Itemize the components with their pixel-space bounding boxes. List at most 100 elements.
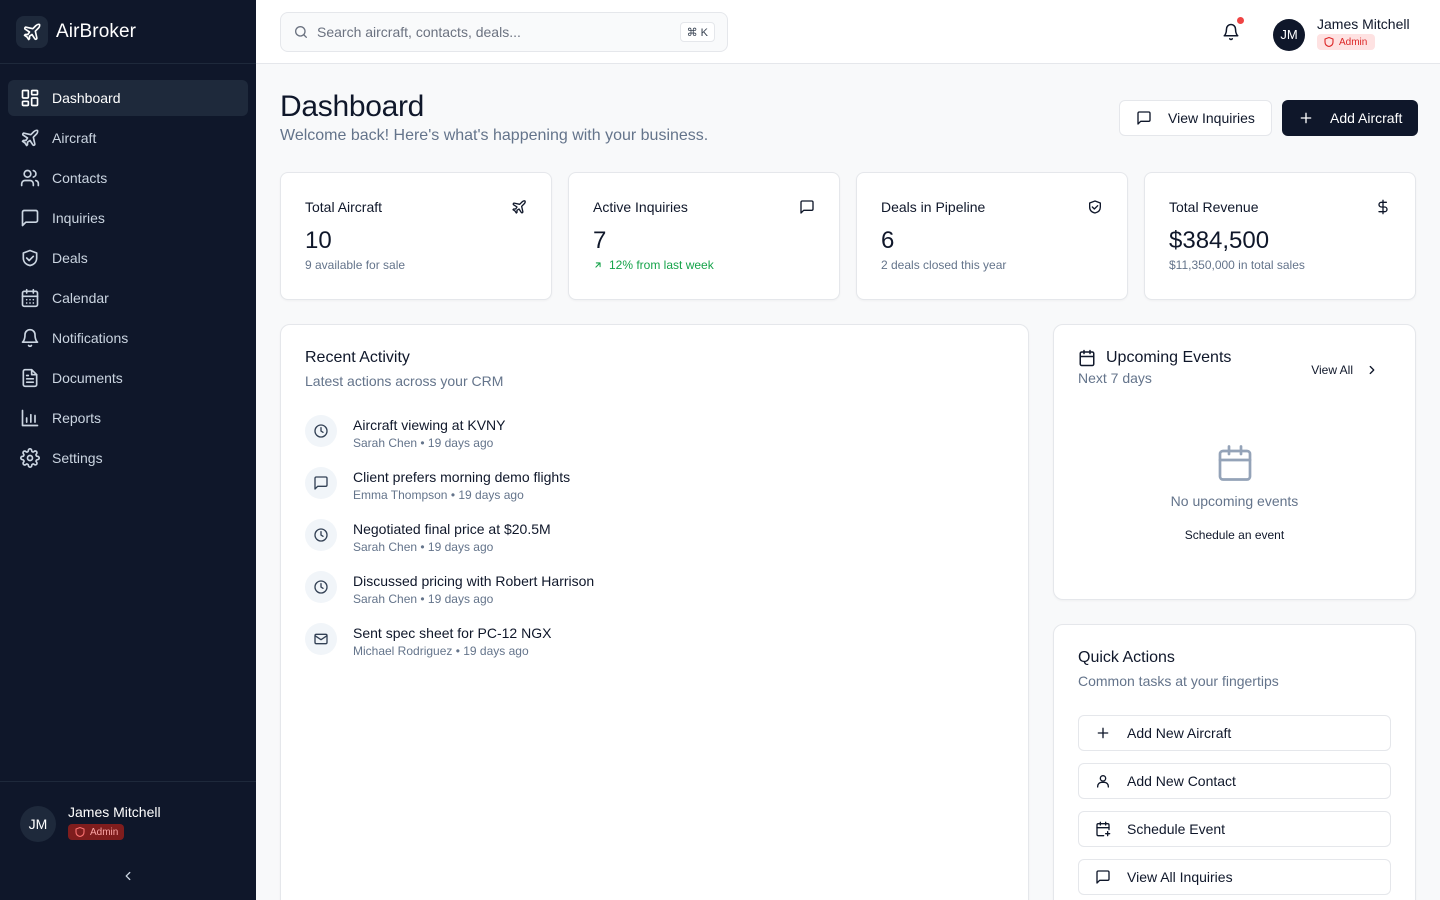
plane-icon: [512, 200, 526, 214]
sidebar: AirBroker Dashboard Aircraft Contacts In…: [0, 0, 256, 900]
card-subtitle: Common tasks at your fingertips: [1078, 673, 1279, 689]
list-item[interactable]: Client prefers morning demo flights Emma …: [305, 467, 594, 519]
sidebar-item-label: Contacts: [52, 170, 108, 186]
message-icon: [305, 467, 337, 499]
user-icon: [1097, 775, 1109, 788]
shortcut-hint: ⌘ K: [679, 22, 715, 42]
calendar-icon: [1079, 349, 1095, 367]
card-subtitle: Next 7 days: [1078, 370, 1152, 386]
clock-icon: [305, 571, 337, 603]
sidebar-item-reports[interactable]: Reports: [8, 400, 248, 436]
stat-note: $11,350,000 in total sales: [1169, 258, 1305, 272]
stat-title: Total Aircraft: [305, 199, 383, 215]
activity-list: Aircraft viewing at KVNY Sarah Chen • 19 …: [305, 415, 594, 675]
activity-meta: Sarah Chen • 19 days ago: [353, 592, 494, 606]
role-badge: Admin: [68, 824, 125, 840]
stat-title: Deals in Pipeline: [881, 199, 986, 215]
handshake-icon: [1089, 200, 1101, 214]
sidebar-item-contacts[interactable]: Contacts: [8, 160, 248, 196]
avatar: JM: [1273, 18, 1305, 51]
quick-actions-list: Add New Aircraft Add New Contact Schedul…: [1078, 715, 1391, 900]
message-icon: [800, 200, 814, 214]
calendar-plus-icon: [1096, 821, 1111, 837]
view-inquiries-button[interactable]: View Inquiries: [1119, 100, 1272, 136]
sidebar-item-label: Calendar: [52, 290, 109, 306]
sidebar-item-inquiries[interactable]: Inquiries: [8, 200, 248, 236]
stat-title: Total Revenue: [1169, 199, 1259, 215]
sidebar-user: JM James Mitchell Admin: [0, 781, 256, 900]
header-user-menu[interactable]: JM James Mitchell Admin: [1273, 16, 1410, 53]
sidebar-item-dashboard[interactable]: Dashboard: [8, 80, 248, 116]
sidebar-user-name: James Mitchell: [68, 804, 161, 820]
add-aircraft-button[interactable]: Add Aircraft: [1282, 100, 1419, 136]
view-all-events-link[interactable]: View All: [1311, 363, 1379, 377]
search-box[interactable]: ⌘ K: [280, 12, 728, 52]
bell-icon: [20, 328, 40, 348]
collapse-sidebar-button[interactable]: [118, 866, 138, 886]
card-title: Upcoming Events: [1106, 349, 1232, 366]
sidebar-item-settings[interactable]: Settings: [8, 440, 248, 476]
add-new-contact-button[interactable]: Add New Contact: [1078, 763, 1391, 799]
plane-logo-icon: [16, 15, 48, 48]
activity-title: Aircraft viewing at KVNY: [353, 417, 506, 433]
shield-icon: [75, 826, 85, 838]
sidebar-user-profile[interactable]: JM James Mitchell Admin: [20, 804, 161, 843]
stat-value: 10: [305, 227, 332, 254]
shield-icon: [1324, 36, 1334, 48]
activity-title: Negotiated final price at $20.5M: [353, 521, 551, 537]
stat-value: $384,500: [1169, 227, 1270, 254]
activity-meta: Sarah Chen • 19 days ago: [353, 436, 494, 450]
sidebar-item-aircraft[interactable]: Aircraft: [8, 120, 248, 156]
sidebar-item-deals[interactable]: Deals: [8, 240, 248, 276]
quick-actions-card: Quick Actions Common tasks at your finge…: [1053, 624, 1416, 900]
card-title: Quick Actions: [1078, 649, 1175, 666]
gear-icon: [20, 448, 40, 468]
stat-card-total-revenue: Total Revenue $384,500 $11,350,000 in to…: [1144, 172, 1416, 300]
schedule-event-button[interactable]: Schedule Event: [1078, 811, 1391, 847]
dollar-icon: [1378, 199, 1388, 215]
activity-meta: Sarah Chen • 19 days ago: [353, 540, 494, 554]
stat-card-active-inquiries: Active Inquiries 7 12% from last week: [568, 172, 840, 300]
stat-trend: 12% from last week: [593, 258, 714, 272]
page-subtitle: Welcome back! Here's what's happening wi…: [280, 127, 709, 144]
activity-title: Sent spec sheet for PC-12 NGX: [353, 625, 552, 641]
list-item[interactable]: Sent spec sheet for PC-12 NGX Michael Rod…: [305, 623, 594, 675]
page-title: Dashboard: [280, 90, 425, 123]
activity-meta: Emma Thompson • 19 days ago: [353, 488, 524, 502]
trend-up-icon: [595, 262, 601, 268]
schedule-event-link[interactable]: Schedule an event: [1054, 528, 1415, 542]
view-all-inquiries-button[interactable]: View All Inquiries: [1078, 859, 1391, 895]
stat-card-total-aircraft: Total Aircraft 10 9 available for sale: [280, 172, 552, 300]
dashboard-icon: [20, 88, 40, 108]
activity-meta: Michael Rodriguez • 19 days ago: [353, 644, 529, 658]
sidebar-item-label: Dashboard: [52, 90, 121, 106]
list-item[interactable]: Aircraft viewing at KVNY Sarah Chen • 19 …: [305, 415, 594, 467]
top-header: ⌘ K JM James Mitchell Admin: [256, 0, 1440, 64]
add-new-aircraft-button[interactable]: Add New Aircraft: [1078, 715, 1391, 751]
brand[interactable]: AirBroker: [0, 0, 256, 64]
message-icon: [20, 208, 40, 228]
brand-name: AirBroker: [56, 20, 137, 42]
search-input[interactable]: [317, 24, 680, 40]
sidebar-item-notifications[interactable]: Notifications: [8, 320, 248, 356]
stat-note: 2 deals closed this year: [881, 258, 1007, 272]
sidebar-item-calendar[interactable]: Calendar: [8, 280, 248, 316]
sidebar-item-documents[interactable]: Documents: [8, 360, 248, 396]
calendar-icon: [20, 288, 40, 308]
message-icon: [1096, 870, 1110, 884]
bell-icon: [1223, 23, 1239, 41]
calendar-empty-icon: [1218, 445, 1252, 481]
empty-state-text: No upcoming events: [1170, 493, 1299, 509]
sidebar-item-label: Documents: [52, 370, 123, 386]
list-item[interactable]: Discussed pricing with Robert Harrison Sa…: [305, 571, 594, 623]
list-item[interactable]: Negotiated final price at $20.5M Sarah Ch…: [305, 519, 594, 571]
plus-icon: [1300, 112, 1312, 124]
role-badge: Admin: [1317, 34, 1376, 50]
main-content: Dashboard Welcome back! Here's what's ha…: [256, 64, 1440, 900]
notifications-button[interactable]: [1220, 17, 1244, 43]
message-icon: [1137, 111, 1151, 125]
plus-icon: [1097, 727, 1109, 739]
search-icon: [295, 26, 307, 38]
sidebar-item-label: Settings: [52, 450, 103, 466]
notification-dot: [1237, 17, 1244, 24]
